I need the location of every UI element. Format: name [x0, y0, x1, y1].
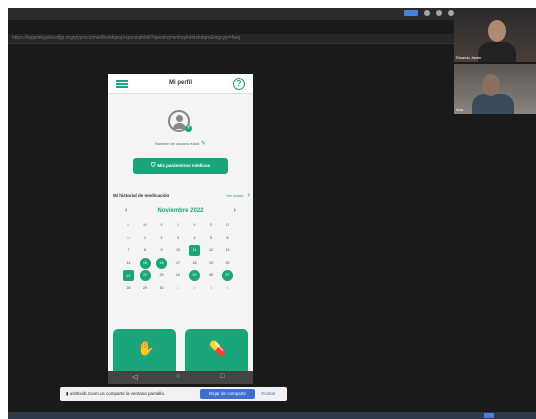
participant-video[interactable]: Ricardo Javier: [454, 12, 536, 62]
calendar-day[interactable]: 17: [173, 258, 184, 269]
calendar-day[interactable]: 23: [156, 270, 167, 281]
address-bar[interactable]: https://epjxmkgukhcdtjp.nrgqryyrw.tzmxd/…: [8, 34, 456, 44]
system-tray: [404, 10, 454, 16]
person-head: [482, 74, 500, 96]
participant-video[interactable]: Ana: [454, 64, 536, 114]
medical-params-button[interactable]: ⛉ Mis parámetros médicos: [133, 158, 228, 174]
calendar-day[interactable]: 29: [140, 283, 151, 294]
back-icon[interactable]: ◁: [132, 373, 137, 381]
phone-mirror: Mi perfil ? + Nombre de usuario edad ✎ ⛉ M…: [108, 74, 253, 384]
wifi-icon[interactable]: [424, 10, 430, 16]
add-photo-icon[interactable]: +: [185, 125, 192, 132]
weekday-label: S: [209, 223, 213, 227]
participant-videos: Ricardo Javier Ana: [454, 12, 536, 116]
weekday-label: V: [193, 223, 196, 227]
calendar-day[interactable]: 24: [173, 270, 184, 281]
calendar-day[interactable]: 11: [189, 245, 200, 256]
calendar-day[interactable]: 26: [206, 270, 217, 281]
share-notice-text: ▮ us0bxsb.zoom.us comparte la ventana pa…: [66, 391, 166, 396]
calendar-day[interactable]: 28: [123, 283, 134, 294]
taskbar: [8, 412, 536, 419]
shield-heart-icon: ⛉: [150, 163, 156, 169]
app-header: Mi perfil ?: [108, 74, 253, 94]
calendar-day[interactable]: 22: [139, 270, 151, 281]
calendar-day[interactable]: 1: [173, 283, 184, 294]
url-text: https://epjxmkgukhcdtjp.nrgqryyrw.tzmxd/…: [12, 35, 241, 41]
weekday-label: D: [226, 223, 229, 227]
stop-sharing-button[interactable]: Dejar de compartir: [200, 389, 255, 399]
chevron-right-icon[interactable]: ›: [234, 207, 236, 214]
calendar-month: Noviembre 2022: [157, 208, 204, 214]
weekday-label: J: [177, 223, 179, 227]
android-nav-bar: ◁ ○ □: [108, 371, 253, 384]
calendar-day[interactable]: 13: [222, 245, 233, 256]
tray-badge-icon[interactable]: [404, 10, 418, 16]
screen-share-notification: ▮ us0bxsb.zoom.us comparte la ventana pa…: [60, 387, 287, 401]
calendar-day[interactable]: 16: [156, 257, 167, 269]
recent-apps-icon[interactable]: □: [220, 373, 224, 380]
calendar-day[interactable]: 1: [140, 233, 151, 244]
calendar-day[interactable]: 27: [222, 270, 233, 281]
weekday-label: L: [127, 223, 130, 227]
shared-screen: https://epjxmkgukhcdtjp.nrgqryyrw.tzmxd/…: [8, 8, 536, 419]
calendar-day[interactable]: 25: [189, 270, 200, 281]
calendar-day[interactable]: 10: [173, 245, 184, 256]
participant-name: Ricardo Javier: [456, 55, 482, 60]
history-see-all-link[interactable]: Ver todos: [226, 193, 243, 198]
person-head: [488, 20, 506, 42]
calendar-day[interactable]: 6: [222, 233, 233, 244]
calendar-day[interactable]: 12: [206, 245, 217, 256]
person-body: [478, 42, 516, 62]
home-icon[interactable]: ○: [176, 373, 180, 380]
participant-name: Ana: [456, 107, 464, 112]
hide-button[interactable]: Ocultar: [261, 391, 276, 396]
calendar-day[interactable]: 4: [222, 283, 233, 294]
taskbar-app-icon[interactable]: [484, 413, 494, 418]
page-title: Mi perfil: [168, 80, 192, 86]
calendar-day[interactable]: 20: [222, 258, 233, 269]
calendar-day[interactable]: 2: [189, 283, 200, 294]
pills-icon: 💊: [209, 340, 227, 356]
user-label: Nombre de usuario edad: [154, 141, 199, 146]
calendar-day[interactable]: 3: [173, 233, 184, 244]
calendar-day[interactable]: 18: [189, 258, 200, 269]
calendar-day[interactable]: 7: [123, 245, 134, 256]
chevron-right-icon[interactable]: ›: [247, 190, 250, 199]
question-circle-icon[interactable]: ?: [233, 78, 245, 90]
calendar-day[interactable]: 31: [123, 233, 134, 244]
person-body: [472, 94, 514, 114]
calendar-day[interactable]: 2: [156, 233, 167, 244]
medical-params-label: Mis parámetros médicos: [157, 163, 211, 168]
calendar-day[interactable]: 30: [156, 283, 167, 294]
calendar-day[interactable]: 15: [139, 257, 151, 269]
calendar-day[interactable]: 9: [156, 245, 167, 256]
calendar-day[interactable]: 5: [206, 233, 217, 244]
calendar-day[interactable]: 19: [206, 258, 217, 269]
history-title: Mi historial de medicación: [113, 193, 170, 198]
hand-pill-icon: ✋: [137, 340, 155, 356]
user-info: Nombre de usuario edad ✎: [108, 140, 253, 147]
calendar-day[interactable]: 4: [189, 233, 200, 244]
weekday-label: X: [160, 223, 163, 227]
calendar-day[interactable]: 8: [140, 245, 151, 256]
calendar-day[interactable]: 21: [123, 270, 134, 281]
weekday-label: M: [143, 223, 147, 227]
edit-pencil-icon[interactable]: ✎: [201, 141, 206, 147]
calendar-day[interactable]: 14: [123, 258, 134, 269]
volume-icon[interactable]: [436, 10, 442, 16]
calendar-day[interactable]: 3: [206, 283, 217, 294]
avatar-head: [176, 115, 183, 122]
